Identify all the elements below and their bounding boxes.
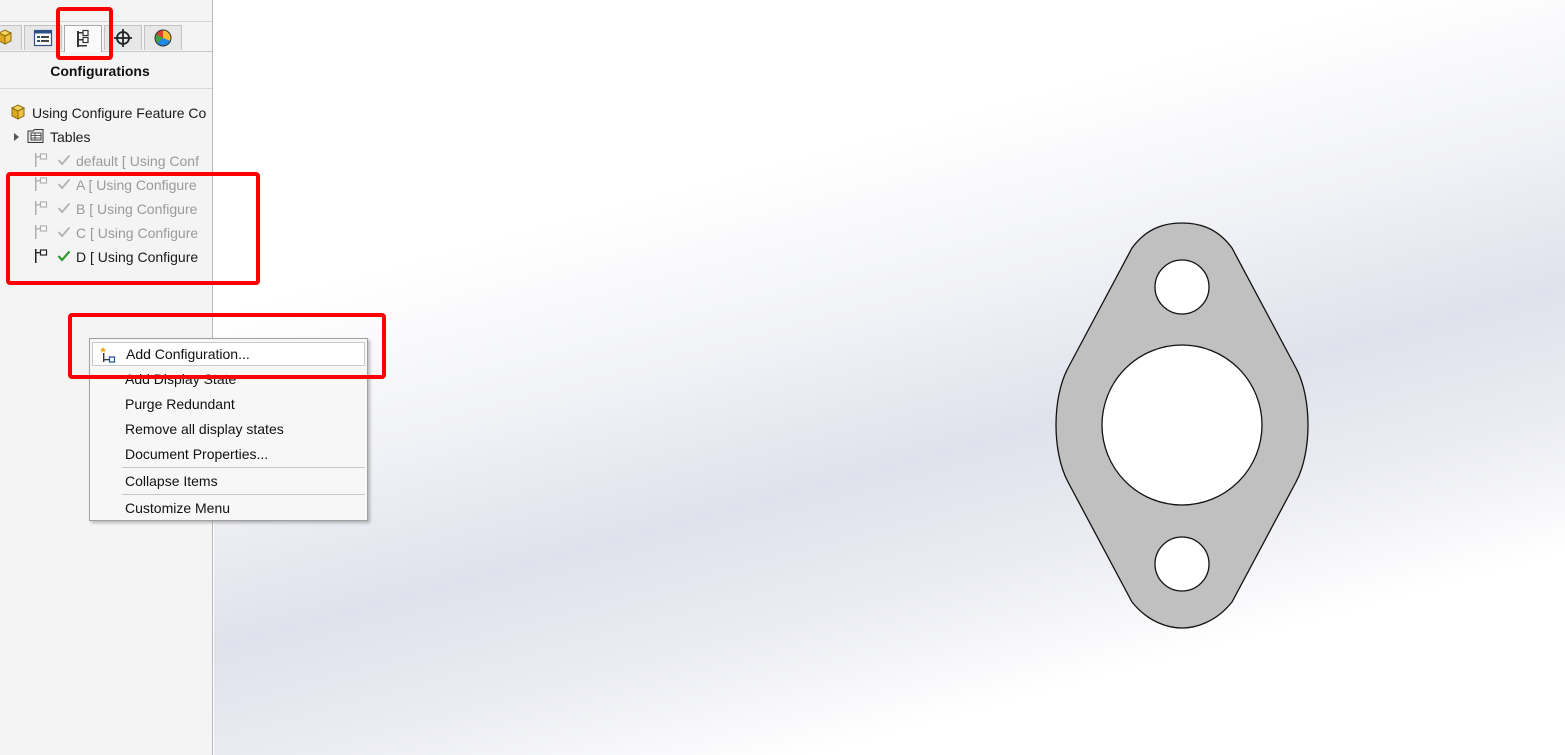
- checkmark-icon: [57, 249, 71, 265]
- menu-item-remove-display-states[interactable]: Remove all display states: [92, 417, 365, 441]
- tree-item-tables[interactable]: Tables: [14, 127, 90, 147]
- dimxpert-manager-icon: [113, 28, 133, 48]
- menu-item-label: Collapse Items: [125, 473, 218, 489]
- tables-label: Tables: [50, 129, 91, 145]
- config-label: B [ Using Configure: [76, 201, 198, 217]
- tree-item-config-default[interactable]: default [ Using Conf: [33, 151, 199, 171]
- graphics-viewport[interactable]: [214, 0, 1565, 755]
- menu-separator: [122, 494, 365, 495]
- configuration-icon: [33, 200, 49, 219]
- tables-folder-icon: [27, 128, 45, 147]
- menu-item-purge-redundant[interactable]: Purge Redundant: [92, 392, 365, 416]
- tree-item-config-a[interactable]: A [ Using Configure: [33, 175, 197, 195]
- tree-root-label: Using Configure Feature Co: [32, 105, 207, 121]
- configuration-tree: Using Configure Feature Co Tables defaul…: [0, 100, 212, 280]
- tab-dimxpert-manager[interactable]: [104, 25, 142, 50]
- feature-manager-icon: [0, 28, 13, 48]
- menu-separator: [122, 467, 365, 468]
- checkmark-icon: [57, 201, 71, 217]
- part-icon: [9, 103, 27, 124]
- menu-item-label: Add Configuration...: [126, 346, 250, 362]
- flange-part-model[interactable]: [1050, 218, 1320, 638]
- config-label: D [ Using Configure: [76, 249, 199, 265]
- menu-item-label: Remove all display states: [125, 421, 284, 437]
- panel-title: Configurations: [50, 63, 150, 79]
- menu-item-label: Document Properties...: [125, 446, 269, 462]
- tree-item-config-c[interactable]: C [ Using Configure: [33, 223, 198, 243]
- configuration-icon: [33, 248, 49, 267]
- config-label: C [ Using Configure: [76, 225, 199, 241]
- tab-feature-manager[interactable]: [0, 25, 22, 50]
- app-window: Configurations Using Configure Feature C…: [0, 0, 1565, 755]
- manager-tab-strip: [0, 25, 212, 52]
- configuration-icon: [33, 176, 49, 195]
- menu-item-document-properties[interactable]: Document Properties...: [92, 442, 365, 466]
- tab-configuration-manager[interactable]: [64, 25, 102, 52]
- panel-divider: [0, 88, 212, 89]
- checkmark-icon: [57, 177, 71, 193]
- menu-item-collapse-items[interactable]: Collapse Items: [92, 469, 365, 493]
- checkmark-icon: [57, 153, 71, 169]
- add-configuration-icon: [99, 346, 117, 367]
- menu-item-add-configuration[interactable]: Add Configuration...: [92, 342, 365, 366]
- expand-arrow-icon[interactable]: [14, 133, 19, 141]
- tree-item-config-d[interactable]: D [ Using Configure: [33, 247, 198, 267]
- checkmark-icon: [57, 225, 71, 241]
- panel-top-strip: [0, 0, 212, 22]
- menu-item-add-display-state[interactable]: Add Display State: [92, 367, 365, 391]
- menu-item-label: Add Display State: [125, 371, 237, 387]
- configuration-icon: [33, 152, 49, 171]
- property-manager-icon: [33, 29, 53, 47]
- display-manager-icon: [153, 28, 173, 48]
- tree-item-config-b[interactable]: B [ Using Configure: [33, 199, 197, 219]
- menu-item-customize-menu[interactable]: Customize Menu: [92, 496, 365, 520]
- tab-property-manager[interactable]: [24, 25, 62, 50]
- context-menu: Add Configuration... Add Display State P…: [89, 338, 368, 521]
- configuration-icon: [33, 224, 49, 243]
- configuration-manager-icon: [74, 29, 92, 49]
- config-label: A [ Using Configure: [76, 177, 197, 193]
- menu-item-label: Purge Redundant: [125, 396, 235, 412]
- tree-root-item[interactable]: Using Configure Feature Co: [9, 103, 206, 123]
- config-label: default [ Using Conf: [76, 153, 199, 169]
- menu-item-label: Customize Menu: [125, 500, 231, 516]
- tab-display-manager[interactable]: [144, 25, 182, 50]
